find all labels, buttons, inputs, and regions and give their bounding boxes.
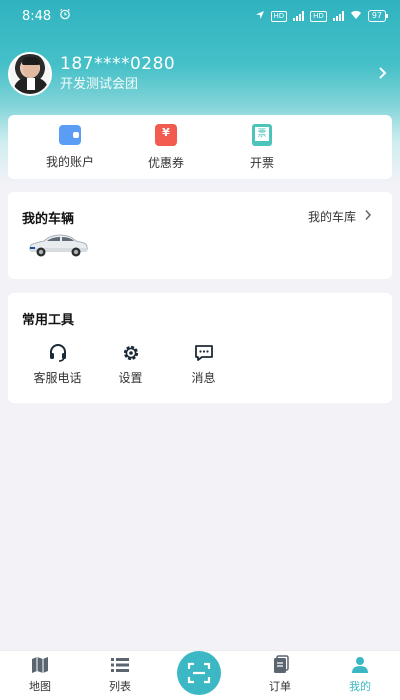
battery-level: 97	[371, 11, 382, 20]
scan-button[interactable]	[177, 651, 221, 695]
status-time: 8:48	[22, 8, 52, 24]
invoice-button[interactable]: 开票	[214, 115, 310, 179]
my-garage-link[interactable]: 我的车库	[308, 207, 372, 225]
alarm-icon	[59, 8, 71, 24]
user-icon	[352, 657, 368, 673]
quick-action-label: 开票	[249, 155, 274, 170]
tab-label: 地图	[29, 680, 51, 693]
customer-service-button[interactable]: 客服电话	[21, 343, 94, 386]
list-icon	[111, 658, 129, 672]
signal-icon	[332, 11, 344, 21]
order-icon	[274, 655, 289, 673]
tool-label: 消息	[191, 371, 216, 385]
hd-icon: HD	[310, 10, 327, 22]
tab-label: 我的	[349, 680, 371, 693]
profile-phone: 187****0280	[60, 54, 176, 74]
signal-icon	[293, 11, 305, 21]
tools-card: 常用工具 客服电话 设置 消息	[8, 293, 392, 403]
avatar[interactable]	[8, 52, 52, 96]
map-icon	[32, 657, 48, 673]
tools-title: 常用工具	[22, 313, 75, 328]
wifi-icon	[350, 10, 362, 22]
chevron-right-icon	[364, 207, 372, 225]
quick-action-label: 我的账户	[45, 154, 94, 169]
quick-action-label: 优惠券	[147, 155, 184, 170]
messages-button[interactable]: 消息	[167, 343, 240, 386]
vehicle-card: 我的车辆 我的车库	[8, 192, 392, 279]
profile-organization: 开发测试会团	[60, 77, 139, 92]
tab-label: 订单	[269, 680, 291, 693]
coupon-icon	[155, 123, 177, 146]
profile-header[interactable]: 187****0280 开发测试会团	[8, 50, 392, 98]
location-icon	[255, 10, 265, 22]
headset-icon	[49, 344, 66, 362]
battery-icon: 97	[367, 10, 389, 22]
tool-label: 设置	[118, 371, 143, 385]
coupon-button[interactable]: 优惠券	[118, 115, 214, 179]
tab-orders[interactable]: 订单	[240, 651, 320, 700]
vehicle-title: 我的车辆	[22, 212, 75, 227]
tab-mine[interactable]: 我的	[320, 651, 400, 700]
tab-label: 列表	[109, 680, 131, 693]
scan-icon	[187, 662, 211, 684]
garage-link-label: 我的车库	[307, 209, 356, 224]
hd-icon: HD	[270, 10, 288, 22]
tab-map[interactable]: 地图	[0, 651, 80, 700]
tool-label: 客服电话	[33, 371, 82, 385]
my-account-button[interactable]: 我的账户	[22, 115, 118, 179]
settings-button[interactable]: 设置	[94, 343, 167, 386]
status-bar: 8:48 HD HD 97	[0, 0, 400, 32]
chevron-right-icon[interactable]	[378, 64, 388, 85]
tab-list[interactable]: 列表	[80, 651, 160, 700]
car-image[interactable]	[26, 228, 90, 260]
gear-icon	[123, 345, 138, 361]
wallet-icon	[59, 124, 81, 145]
message-icon	[194, 345, 213, 361]
quick-actions-card: 我的账户 优惠券 开票	[8, 115, 392, 179]
invoice-icon	[252, 123, 272, 146]
